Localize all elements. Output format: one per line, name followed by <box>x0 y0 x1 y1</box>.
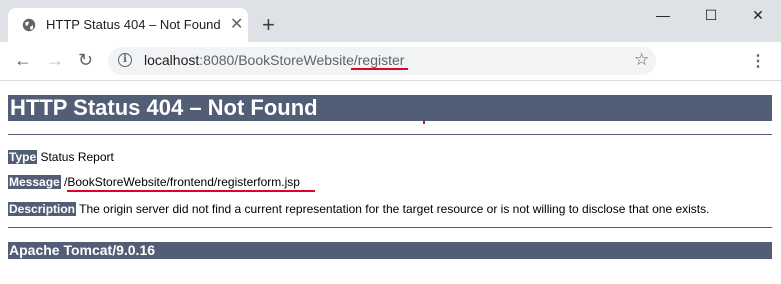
page-title: HTTP Status 404 – Not Found <box>8 95 772 121</box>
message-label: Message <box>8 175 61 189</box>
minimize-button[interactable]: — <box>640 2 686 28</box>
description-row: Description The origin server did not fi… <box>8 202 709 216</box>
annotation-mark <box>423 121 425 124</box>
active-tab[interactable]: HTTP Status 404 – Not Found ✕ <box>8 8 248 42</box>
message-value: /BookStoreWebsite/frontend/registerform.… <box>60 175 300 189</box>
bookmark-star-icon[interactable]: ☆ <box>634 50 649 70</box>
back-button[interactable]: ← <box>14 48 32 72</box>
type-label: Type <box>8 150 38 164</box>
info-icon[interactable]: i <box>118 53 132 67</box>
tab-close-icon[interactable]: ✕ <box>230 17 243 33</box>
url-text[interactable]: localhost:8080/BookStoreWebsite/register <box>144 52 404 68</box>
type-row: Type Status Report <box>8 150 114 164</box>
page-content: HTTP Status 404 – Not Found <box>8 95 772 121</box>
server-footer: Apache Tomcat/9.0.16 <box>8 242 772 259</box>
browser-toolbar: ← → ↻ i localhost:8080/BookStoreWebsite/… <box>0 42 781 81</box>
maximize-button[interactable]: ☐ <box>688 2 734 28</box>
close-window-button[interactable]: ✕ <box>735 2 781 28</box>
description-value: The origin server did not find a current… <box>76 202 710 216</box>
annotation-underline <box>67 190 315 192</box>
tab-title: HTTP Status 404 – Not Found <box>46 17 221 32</box>
divider <box>8 134 772 135</box>
new-tab-button[interactable]: + <box>262 14 275 36</box>
annotation-underline <box>351 68 408 70</box>
reload-button[interactable]: ↻ <box>78 48 93 72</box>
address-bar[interactable]: i localhost:8080/BookStoreWebsite/regist… <box>108 47 656 75</box>
message-row: Message /BookStoreWebsite/frontend/regis… <box>8 175 300 189</box>
forward-button[interactable]: → <box>46 48 64 72</box>
type-value: Status Report <box>37 150 114 164</box>
menu-dots-icon[interactable]: ⋮ <box>750 51 766 71</box>
description-label: Description <box>8 202 77 216</box>
globe-icon <box>22 18 36 32</box>
divider <box>8 227 772 228</box>
